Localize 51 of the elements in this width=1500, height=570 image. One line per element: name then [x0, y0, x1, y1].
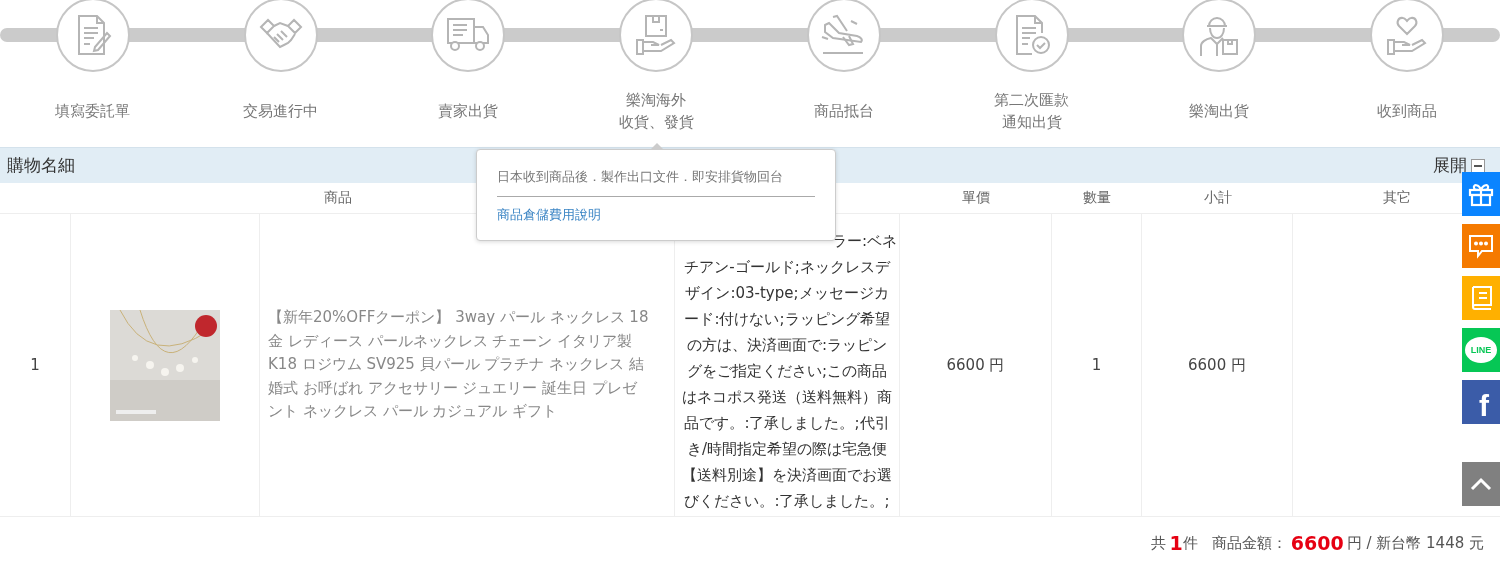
option-text: ラー:ベネ — [830, 231, 897, 252]
chat-bubble-icon — [1468, 233, 1494, 259]
subtotal: 6600 円 — [1188, 355, 1246, 375]
storage-fee-link[interactable]: 商品倉儲費用說明 — [497, 206, 601, 224]
step-label: 第二次匯款 — [994, 90, 1070, 110]
book-icon — [1469, 285, 1493, 311]
option-text: ザイン:03-type;メッセージカ — [684, 283, 890, 304]
book-button[interactable] — [1462, 276, 1500, 320]
column-header: 單價 — [962, 189, 990, 207]
item-count-unit: 件 — [1182, 533, 1198, 553]
option-text: びください。:了承しました。; — [683, 491, 891, 512]
step-label: 交易進行中 — [243, 101, 319, 121]
row-number: 1 — [30, 356, 40, 374]
step-label: 商品抵台 — [813, 101, 874, 121]
step-label: 填寫委託單 — [55, 101, 131, 121]
line-logo: LINE — [1465, 337, 1497, 363]
option-text: き/時間指定希望の際は宅急便 — [685, 439, 889, 460]
facebook-logo: f — [1479, 391, 1489, 421]
option-text: の方は、決済画面で:ラッピン — [685, 335, 889, 356]
column-header: 數量 — [1083, 189, 1111, 207]
unit-price: 6600 円 — [946, 355, 1005, 375]
option-text: はネコポス発送（送料無料）商 — [681, 387, 893, 408]
gift-button[interactable] — [1462, 172, 1500, 216]
step-label: 收到商品 — [1377, 101, 1438, 121]
item-count: 1 — [1169, 532, 1183, 554]
step-label: 樂淘海外 — [626, 90, 687, 110]
option-text: ード:付けない;ラッピング希望 — [683, 309, 891, 330]
column-header: 其它 — [1382, 189, 1411, 207]
step-label: 收貨、發貨 — [618, 112, 694, 132]
column-header: 小計 — [1203, 189, 1232, 207]
back-to-top-button[interactable] — [1462, 462, 1500, 506]
option-text: 【送料別途】を決済画面でお選 — [681, 465, 893, 486]
total-label: 共 — [1150, 533, 1166, 553]
amount-label: 商品金額： — [1211, 533, 1287, 553]
section-title: 購物名細 — [7, 154, 75, 177]
step-label: 樂淘出貨 — [1189, 101, 1250, 121]
converted-amount: 円 / 新台幣 1448 元 — [1346, 533, 1484, 553]
product-name: 【新年20%OFFクーポン】 3way パール ネックレス 18金 レディース パールネックレス チェーン イタリア製 K18 ロジウム SV925 貝パール プラチナ ネックレス 結婚式 お呼ばれ アクセサリー ジュエリー 誕生日 プレゼント ネックレス パール カジュアル ギフト — [268, 307, 650, 423]
gift-icon — [1468, 181, 1494, 207]
tooltip-text: 日本收到商品後．製作出口文件．即安排貨物回台 — [497, 168, 815, 197]
column-header: 商品 — [323, 189, 352, 207]
quantity: 1 — [1091, 356, 1102, 374]
option-text: グをご指定ください;この商品 — [685, 361, 889, 382]
step-label: 通知出貨 — [1001, 112, 1062, 132]
chevron-up-icon — [1470, 477, 1492, 491]
option-text: 品です。:了承しました。;代引 — [683, 413, 891, 434]
facebook-button[interactable]: f — [1462, 380, 1500, 424]
total-amount: 6600 — [1290, 532, 1344, 554]
chat-button[interactable] — [1462, 224, 1500, 268]
step-label: 賣家出貨 — [438, 101, 499, 121]
option-text: チアン-ゴールド;ネックレスデ — [683, 257, 892, 278]
